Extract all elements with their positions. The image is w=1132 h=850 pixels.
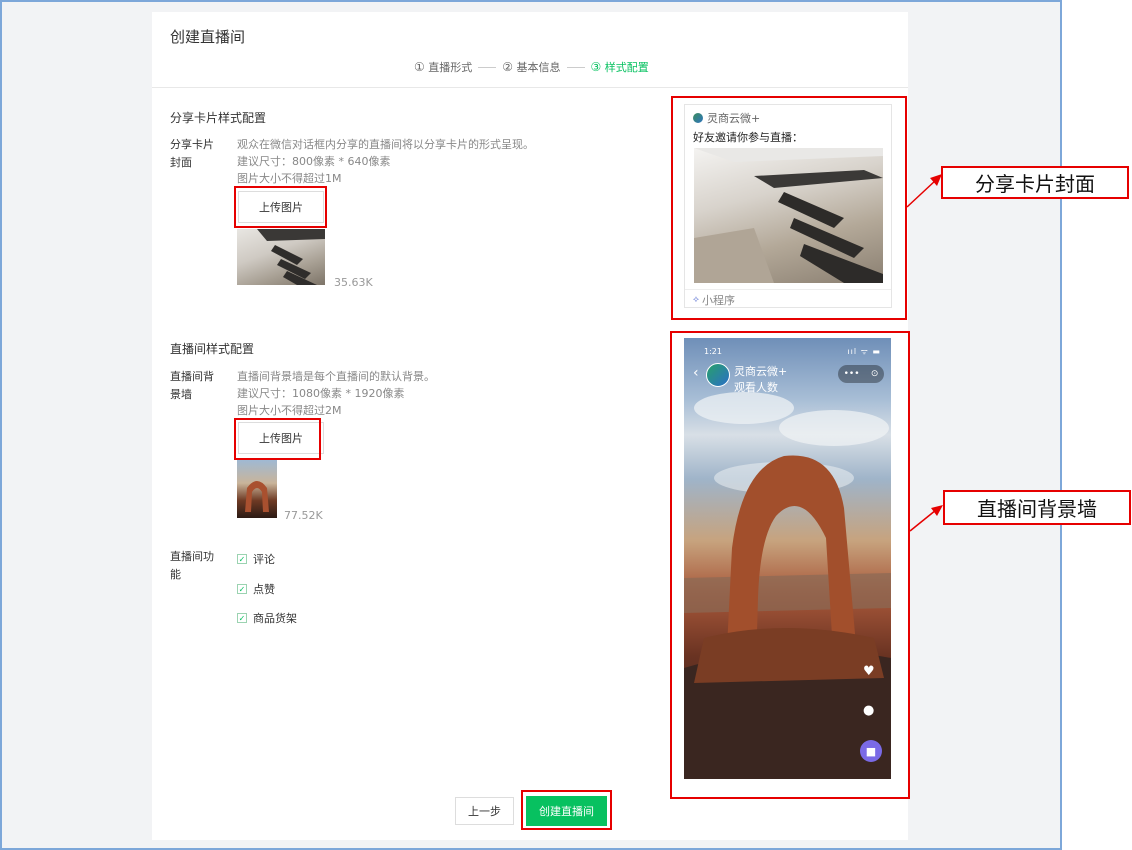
feature-comment-checkbox[interactable]: ✓ 评论	[237, 551, 275, 567]
checkbox-checked-icon: ✓	[237, 613, 247, 623]
room-bg-filesize: 77.52K	[284, 509, 323, 522]
checkbox-checked-icon: ✓	[237, 554, 247, 564]
highlight-box	[670, 331, 910, 799]
share-cover-filesize: 35.63K	[334, 276, 373, 289]
step-2: ② 基本信息	[502, 60, 561, 74]
step-indicator: ① 直播形式 ② 基本信息 ③ 样式配置	[414, 59, 649, 75]
room-bg-desc: 直播间背景墙是每个直播间的默认背景。 建议尺寸：1080像素 * 1920像素 …	[237, 370, 435, 417]
highlight-box	[234, 418, 321, 460]
room-bg-thumbnail	[237, 460, 277, 518]
step-separator	[566, 66, 585, 68]
room-bg-label: 直播间背景墙	[170, 370, 214, 401]
feature-shelf-checkbox[interactable]: ✓ 商品货架	[237, 610, 297, 626]
step-separator	[478, 66, 497, 68]
highlight-box	[671, 96, 907, 320]
callout-room-bg: 直播间背景墙	[943, 490, 1131, 525]
step-1: ① 直播形式	[414, 60, 473, 74]
share-cover-label: 分享卡片封面	[170, 138, 214, 169]
page-title: 创建直播间	[170, 28, 246, 46]
header-divider	[152, 87, 908, 88]
room-features-label: 直播间功能	[170, 550, 214, 581]
step-3-active: ③ 样式配置	[590, 60, 649, 74]
highlight-box	[234, 186, 327, 228]
share-cover-thumbnail	[237, 229, 325, 285]
highlight-box	[521, 790, 612, 830]
share-cover-desc: 观众在微信对话框内分享的直播间将以分享卡片的形式呈现。 建议尺寸：800像素 *…	[237, 138, 534, 185]
share-section-title: 分享卡片样式配置	[170, 111, 267, 125]
checkbox-checked-icon: ✓	[237, 584, 247, 594]
prev-step-button[interactable]: 上一步	[455, 797, 514, 825]
feature-like-checkbox[interactable]: ✓ 点赞	[237, 581, 275, 597]
callout-share-cover: 分享卡片封面	[941, 166, 1129, 199]
room-section-title: 直播间样式配置	[170, 342, 255, 356]
